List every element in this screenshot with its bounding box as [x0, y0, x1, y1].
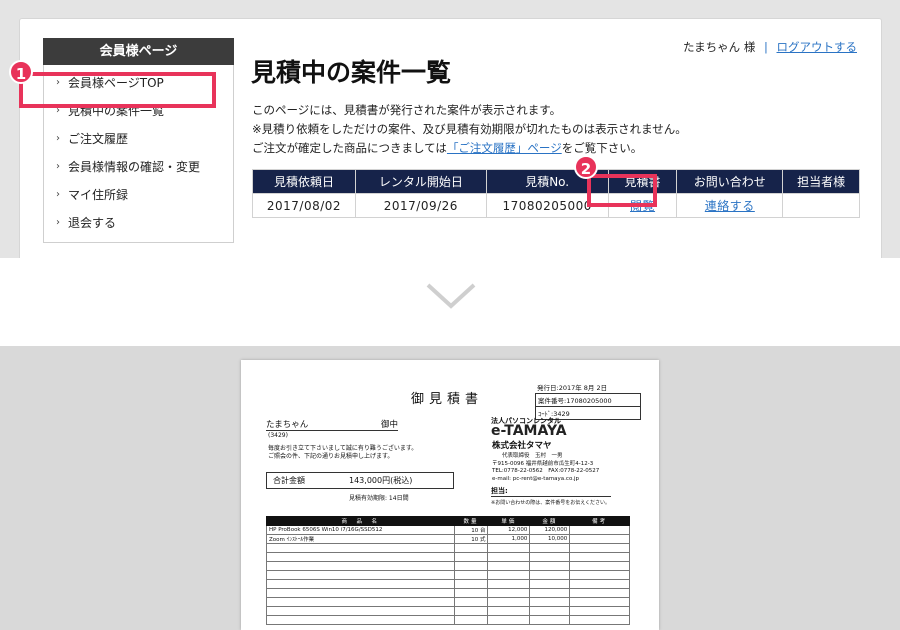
doc-item-name: Zoom ｲﾝｽﾄｰﾙ作業	[266, 534, 455, 544]
page-title: 見積中の案件一覧	[251, 58, 452, 87]
doc-validity: 見積有効期限: 14日間	[349, 495, 409, 502]
step-badge-1: 1	[9, 60, 33, 84]
table-row	[266, 561, 630, 571]
logout-link[interactable]: ログアウトする	[777, 40, 858, 54]
chevron-right-icon: ›	[56, 217, 60, 228]
highlight-box-sidebar	[19, 72, 216, 108]
doc-rep: 代表取締役 玉村 一男	[502, 453, 563, 459]
user-name: たまちゃん	[683, 40, 741, 54]
table-row	[266, 552, 630, 562]
doc-items-header: 商 品 名 数量 単価 金額 備考	[266, 516, 630, 526]
doc-title: 御見積書	[411, 392, 484, 407]
doc-item-amount: 10,000	[529, 534, 571, 544]
desc-line: ご注文が確定した商品につきましては「ご注文履歴」ページをご覧下さい。	[252, 139, 687, 158]
doc-address: 〒915-0096 福井県越前市瓜生町4-12-3	[492, 460, 594, 467]
doc-tanto-line	[491, 496, 611, 497]
chevron-down-icon	[426, 283, 476, 309]
sidebar-item-withdraw[interactable]: › 退会する	[44, 209, 233, 237]
doc-item-amount: 120,000	[529, 525, 571, 535]
table-row	[266, 543, 630, 553]
quotes-table: 見積依頼日 レンタル開始日 見積No. 見積書 お問い合わせ 担当者様 2017…	[252, 169, 860, 218]
table-row	[266, 597, 630, 607]
order-history-link[interactable]: 「ご注文履歴」ページ	[447, 141, 562, 155]
quote-document-preview: 御見積書 発行日:2017年 8月 2日 案件番号:17080205000 ｺｰ…	[241, 360, 659, 630]
table-row	[266, 615, 630, 625]
doc-greeting-line: ご照会の件、下記の通りお見積申し上げます。	[268, 453, 394, 460]
col-contact: お問い合わせ	[676, 169, 784, 194]
doc-greeting-line: 毎度お引き立て下さいまして誠に有り難うございます。	[268, 445, 418, 452]
table-row	[266, 606, 630, 616]
page-description: このページには、見積書が発行された案件が表示されます。 ※見積り依頼をしただけの…	[252, 101, 687, 158]
doc-item-unit: 12,000	[487, 525, 531, 535]
doc-customer: たまちゃん 御中	[266, 418, 398, 431]
doc-item-note	[569, 534, 630, 544]
doc-col-unit: 単価	[487, 516, 531, 526]
step-badge-2: 2	[574, 155, 598, 179]
doc-item-qty: 10 式	[453, 534, 489, 544]
doc-greeting: 毎度お引き立て下さいまして誠に有り難うございます。 ご照会の件、下記の通りお見積…	[268, 445, 417, 461]
doc-customer-id: (3429)	[268, 432, 288, 439]
doc-tanto: 担当:	[491, 487, 508, 495]
col-request-date: 見積依頼日	[252, 169, 356, 194]
sidebar-item-label: 会員様情報の確認・変更	[68, 160, 201, 174]
doc-note: ※お問い合わせの際は、案件番号をお伝えください。	[491, 500, 611, 506]
cell-staff	[782, 193, 860, 218]
doc-col-name: 商 品 名	[266, 516, 455, 526]
sidebar-item-order-history[interactable]: › ご注文履歴	[44, 125, 233, 153]
mypage-card: 会員様ページ › 会員様ページTOP › 見積中の案件一覧 › ご注文履歴 › 会員様情…	[19, 18, 882, 258]
cell-start-date: 2017/09/26	[354, 193, 487, 218]
doc-col-note: 備考	[569, 516, 630, 526]
table-row	[266, 570, 630, 580]
desc-line: ※見積り依頼をしただけの案件、及び見積有効期限が切れたものは表示されません。	[252, 122, 687, 136]
doc-total: 合計金額 143,000円(税込)	[266, 472, 454, 489]
separator: |	[763, 40, 768, 54]
doc-customer-suffix: 御中	[380, 420, 398, 430]
sidebar-heading: 会員様ページ	[43, 38, 234, 65]
sidebar-item-label: マイ住所録	[68, 188, 129, 202]
user-bar: たまちゃん 様 | ログアウトする	[683, 39, 857, 55]
col-staff: 担当者様	[782, 169, 860, 194]
doc-tel: TEL:0778-22-0562 FAX:0778-22-0527	[492, 468, 600, 474]
sidebar-item-label: 退会する	[68, 216, 117, 230]
chevron-right-icon: ›	[56, 133, 60, 144]
desc-text: をご覧下さい。	[561, 141, 643, 155]
cell-request-date: 2017/08/02	[252, 193, 356, 218]
highlight-box-view	[587, 174, 657, 207]
member-sidebar: 会員様ページ › 会員様ページTOP › 見積中の案件一覧 › ご注文履歴 › 会員様情…	[43, 38, 234, 243]
table-row	[266, 588, 630, 598]
table-header-row: 見積依頼日 レンタル開始日 見積No. 見積書 お問い合わせ 担当者様	[252, 169, 860, 194]
contact-link[interactable]: 連絡する	[705, 199, 755, 213]
chevron-right-icon: ›	[56, 189, 60, 200]
sidebar-item-address-book[interactable]: › マイ住所録	[44, 181, 233, 209]
cell-contact: 連絡する	[676, 193, 784, 218]
doc-item-name: HP ProBook 6506S Win10 i7/16G/SSD512	[266, 525, 455, 535]
doc-total-label: 合計金額	[273, 476, 305, 485]
doc-items-table: 商 品 名 数量 単価 金額 備考 HP ProBook 6506S Win10…	[266, 516, 630, 625]
doc-item-qty: 10 台	[453, 525, 489, 535]
chevron-right-icon: ›	[56, 161, 60, 172]
doc-email: e-mail: pc-rent@e-tamaya.co.jp	[492, 475, 579, 482]
sidebar-item-label: ご注文履歴	[68, 132, 129, 146]
col-start-date: レンタル開始日	[354, 169, 487, 194]
desc-line: このページには、見積書が発行された案件が表示されます。	[252, 103, 562, 117]
doc-col-qty: 数量	[453, 516, 489, 526]
doc-total-value: 143,000円(税込)	[349, 476, 413, 485]
table-row: Zoom ｲﾝｽﾄｰﾙ作業 10 式 1,000 10,000	[266, 534, 630, 544]
doc-col-amount: 金額	[529, 516, 571, 526]
table-row	[266, 579, 630, 589]
doc-company-name: 株式会社タマヤ	[492, 441, 552, 451]
doc-item-unit: 1,000	[487, 534, 531, 544]
table-row: HP ProBook 6506S Win10 i7/16G/SSD512 10 …	[266, 525, 630, 535]
doc-item-note	[569, 525, 630, 535]
sidebar-item-member-info[interactable]: › 会員様情報の確認・変更	[44, 153, 233, 181]
user-honorific: 様	[743, 40, 756, 54]
doc-company-brand: e-TAMAYA	[491, 423, 567, 439]
doc-issue-date: 発行日:2017年 8月 2日	[537, 384, 608, 392]
doc-case-no: 案件番号:17080205000	[536, 394, 640, 407]
desc-text: ご注文が確定した商品につきましては	[252, 141, 447, 155]
table-row: 2017/08/02 2017/09/26 17080205000 閲覧 連絡す…	[252, 193, 860, 218]
doc-company-info: 代表取締役 玉村 一男 〒915-0096 福井県越前市瓜生町4-12-3 TE…	[492, 453, 599, 483]
doc-customer-name: たまちゃん	[266, 420, 309, 430]
